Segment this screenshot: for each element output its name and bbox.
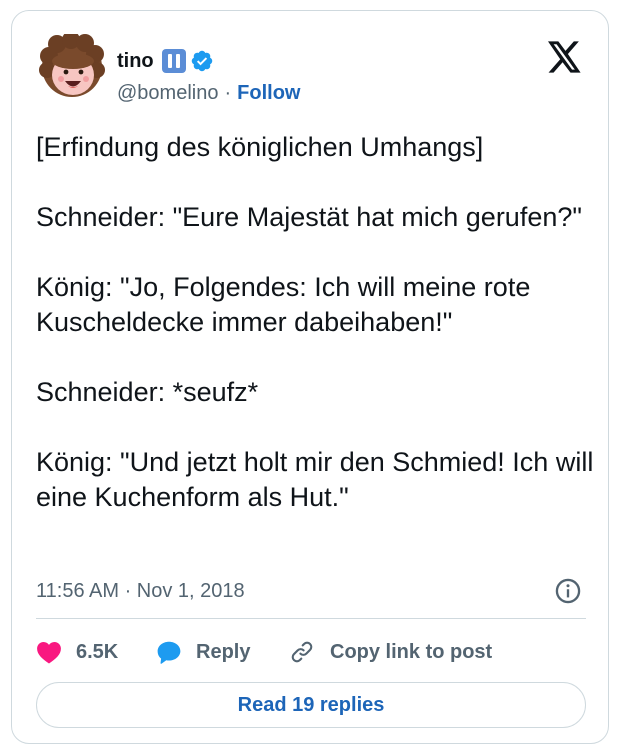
- like-count: 6.5K: [76, 640, 119, 663]
- x-logo-icon[interactable]: [548, 41, 582, 73]
- copy-link-button[interactable]: Copy link to post: [288, 638, 492, 666]
- author-name-row: tino: [117, 48, 214, 74]
- avatar[interactable]: [39, 34, 105, 100]
- info-icon[interactable]: [554, 577, 582, 605]
- follow-button[interactable]: Follow: [237, 82, 300, 105]
- tweet-paragraph: Schneider: *seufz*: [36, 377, 259, 407]
- separator-dot: ·: [224, 81, 232, 104]
- heart-icon: [37, 642, 61, 664]
- tweet-paragraph: Schneider: "Eure Majestät hat mich geruf…: [36, 202, 582, 232]
- link-icon: [291, 641, 313, 663]
- tweet-paragraph: König: "Und jetzt holt mir den Schmied! …: [36, 447, 594, 512]
- pause-badge-icon: [161, 49, 186, 73]
- tweet-card: tino @bomelino · Follow [Erfindung des k…: [11, 10, 609, 744]
- author-handle[interactable]: @bomelino: [117, 82, 218, 105]
- divider: [36, 618, 586, 619]
- action-bar: 6.5K Reply Copy link to post: [36, 636, 492, 668]
- author-handle-row: @bomelino · Follow: [117, 81, 300, 105]
- tweet-text: [Erfindung des königlichen Umhangs] Schn…: [36, 130, 596, 515]
- reply-label: Reply: [196, 640, 251, 663]
- tweet-paragraph: König: "Jo, Folgendes: Ich will meine ro…: [36, 272, 531, 337]
- read-replies-button[interactable]: Read 19 replies: [36, 682, 586, 728]
- tweet-timestamp[interactable]: 11:56 AM · Nov 1, 2018: [36, 580, 245, 603]
- reply-bubble-icon: [157, 641, 181, 664]
- tweet-paragraph: [Erfindung des königlichen Umhangs]: [36, 132, 484, 162]
- like-button[interactable]: 6.5K: [36, 640, 156, 664]
- verified-badge-icon: [191, 50, 212, 72]
- author-display-name[interactable]: tino: [117, 50, 154, 73]
- copy-link-label: Copy link to post: [330, 640, 493, 663]
- reply-button[interactable]: Reply: [156, 639, 288, 665]
- tweet-meta-row: 11:56 AM · Nov 1, 2018: [36, 577, 586, 605]
